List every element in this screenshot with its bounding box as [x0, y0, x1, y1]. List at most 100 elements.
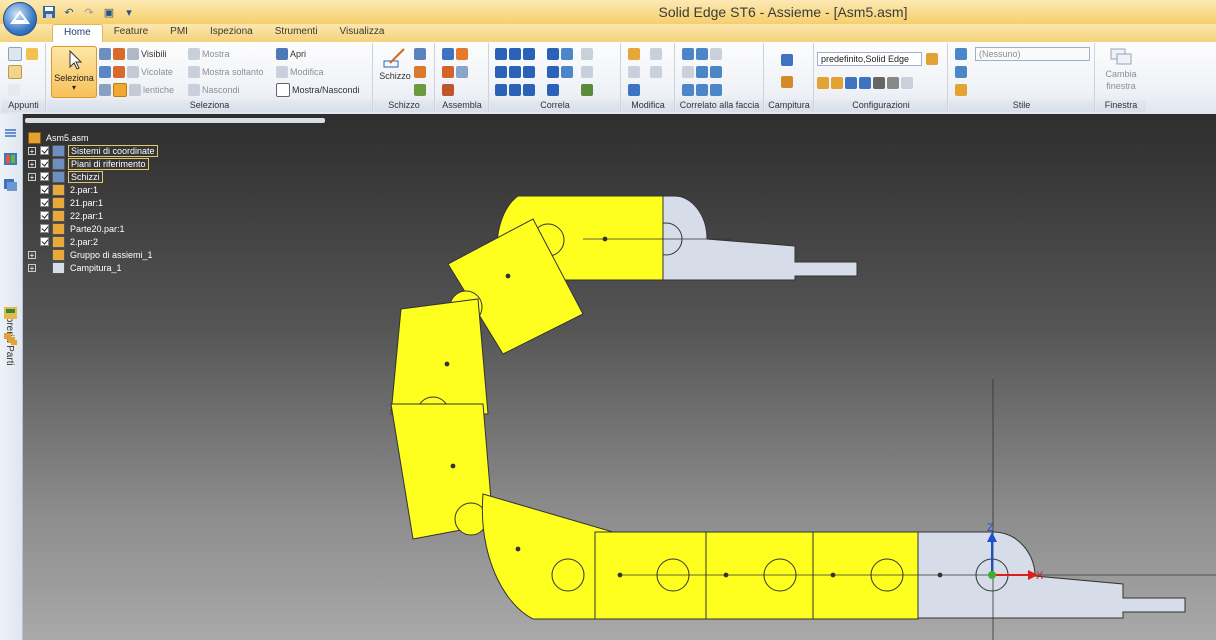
- title-bar: ↶ ↷ ▣ ▾ Solid Edge ST6 - Assieme - [Asm5…: [0, 0, 1216, 24]
- group-correla: Correla: [490, 43, 621, 112]
- sketch-tool-1-icon[interactable]: [414, 47, 426, 61]
- style-icon-2[interactable]: [955, 65, 967, 79]
- group-schizzo: Schizzo Schizzo: [374, 43, 435, 112]
- tab-strumenti[interactable]: Strumenti: [264, 24, 329, 42]
- tab-pmi[interactable]: PMI: [159, 24, 199, 42]
- application-button[interactable]: [3, 2, 37, 36]
- sketch-button[interactable]: Schizzo: [379, 47, 411, 87]
- tab-visualizza[interactable]: Visualizza: [329, 24, 396, 42]
- cut-icon[interactable]: [8, 83, 20, 97]
- edit-button[interactable]: Modifica: [276, 65, 324, 79]
- tab-feature[interactable]: Feature: [103, 24, 159, 42]
- switch-window-label-2: finestra: [1106, 81, 1136, 91]
- group-label-campitura: Campitura: [765, 100, 813, 112]
- configuration-manager-icon[interactable]: [926, 52, 938, 66]
- configuration-tools[interactable]: [817, 76, 913, 90]
- mostra-nascondi-label: Mostra/Nascondi: [292, 85, 360, 95]
- mostra-soltanto-label: Mostra soltanto: [202, 67, 264, 77]
- apri-label: Apri: [290, 49, 307, 59]
- lentiche-label: lentiche: [143, 85, 175, 95]
- face-relate-row-1[interactable]: [682, 47, 722, 61]
- style-value: (Nessuno): [979, 49, 1021, 59]
- switch-window-label: Cambia: [1105, 69, 1137, 79]
- mostra-label: Mostra: [202, 49, 230, 59]
- visibili-label: Visibili: [141, 49, 167, 59]
- paste-special-icon[interactable]: [26, 47, 38, 61]
- triad-z-label: Z: [987, 522, 994, 534]
- sketch-tool-2-icon[interactable]: [414, 65, 426, 79]
- sketch-tool-3-icon[interactable]: [414, 83, 426, 97]
- visible-filter[interactable]: Visibili: [99, 47, 166, 61]
- select-button-label: Seleziona: [54, 73, 94, 83]
- tab-ispeziona[interactable]: Ispeziona: [199, 24, 264, 42]
- group-label-appunti: Appunti: [2, 100, 45, 112]
- copy-icon[interactable]: [8, 47, 22, 61]
- group-stile: (Nessuno) Stile: [949, 43, 1095, 112]
- window-title: Solid Edge ST6 - Assieme - [Asm5.asm]: [658, 4, 908, 20]
- insert-component-icon[interactable]: [442, 47, 468, 61]
- group-label-stile: Stile: [949, 100, 1094, 112]
- group-finestra: Cambia finestra Finestra: [1096, 43, 1146, 112]
- paste-icon[interactable]: [8, 65, 22, 79]
- relate-row-3[interactable]: [495, 83, 593, 97]
- relate-row-2[interactable]: [495, 65, 593, 79]
- face-relate-row-3[interactable]: [682, 83, 722, 97]
- group-appunti: Appunti: [2, 43, 46, 112]
- group-label-configurazioni: Configurazioni: [815, 100, 947, 112]
- tab-home[interactable]: Home: [52, 24, 103, 43]
- chain-links: [390, 195, 919, 620]
- modify-icon-3[interactable]: [628, 83, 640, 97]
- modify-icon-1[interactable]: [628, 47, 662, 61]
- group-modifica: Modifica: [622, 43, 675, 112]
- pattern-icon[interactable]: [442, 83, 454, 97]
- hatch-edit-icon[interactable]: [781, 75, 793, 89]
- open-button[interactable]: Apri: [276, 47, 306, 61]
- style-combo[interactable]: (Nessuno): [975, 47, 1090, 61]
- cable-carrier-model[interactable]: Z X: [23, 114, 1216, 640]
- group-configurazioni: predefinito,Solid Edge Configurazioni: [815, 43, 948, 112]
- style-icon-3[interactable]: [955, 83, 967, 97]
- ribbon-tab-strip: Home Feature PMI Ispeziona Strumenti Vis…: [0, 24, 1216, 43]
- style-icon-1[interactable]: [955, 47, 967, 61]
- group-label-modifica: Modifica: [622, 100, 674, 112]
- relate-row-1[interactable]: [495, 47, 593, 61]
- modify-icon-2[interactable]: [628, 65, 662, 79]
- group-correlato: Correlato alla faccia: [676, 43, 764, 112]
- features-library-icon[interactable]: [3, 306, 18, 320]
- hide-button[interactable]: Nascondi: [188, 83, 240, 97]
- show-only-button[interactable]: Mostra soltanto: [188, 65, 264, 79]
- family-of-assemblies-icon[interactable]: [3, 332, 18, 346]
- hatch-tool-icon[interactable]: [781, 53, 793, 67]
- identical-filter[interactable]: lentiche: [99, 83, 174, 97]
- vicolate-label: Vicolate: [141, 67, 173, 77]
- show-hide-button[interactable]: Mostra/Nascondi: [276, 83, 360, 97]
- chevron-down-icon: ▾: [71, 83, 76, 92]
- group-label-schizzo: Schizzo: [374, 100, 434, 112]
- configuration-combo[interactable]: predefinito,Solid Edge: [817, 52, 922, 66]
- group-label-seleziona: Seleziona: [47, 100, 372, 112]
- group-label-assembla: Assembla: [436, 100, 488, 112]
- side-panel-tabs: Libreria Parti: [0, 114, 23, 640]
- group-campitura: Campitura: [765, 43, 814, 112]
- configuration-value: predefinito,Solid Edge: [821, 54, 910, 64]
- triad-x-label: X: [1036, 570, 1044, 582]
- parts-library-icon[interactable]: [3, 178, 18, 192]
- assemble-icon[interactable]: [442, 65, 468, 79]
- sketch-button-label: Schizzo: [379, 71, 411, 81]
- nascondi-label: Nascondi: [202, 85, 240, 95]
- pathfinder-icon[interactable]: [3, 126, 18, 140]
- linked-filter[interactable]: Vicolate: [99, 65, 173, 79]
- ribbon: Appunti Seleziona ▾ Visibili Vicolate le…: [0, 42, 1216, 115]
- group-seleziona: Seleziona ▾ Visibili Vicolate lentiche M…: [47, 43, 373, 112]
- modifica-label: Modifica: [290, 67, 324, 77]
- group-label-correla: Correla: [490, 100, 620, 112]
- group-label-correlato: Correlato alla faccia: [676, 100, 763, 112]
- group-label-finestra: Finestra: [1096, 100, 1146, 112]
- select-button[interactable]: Seleziona ▾: [51, 46, 97, 98]
- face-relate-row-2[interactable]: [682, 65, 722, 79]
- layers-icon[interactable]: [3, 152, 18, 166]
- graphics-viewport[interactable]: Asm5.asm + Sistemi di coordinate + Piani di…: [23, 114, 1216, 640]
- show-button[interactable]: Mostra: [188, 47, 230, 61]
- group-assembla: Assembla: [436, 43, 489, 112]
- switch-window-button[interactable]: Cambia finestra: [1104, 47, 1138, 97]
